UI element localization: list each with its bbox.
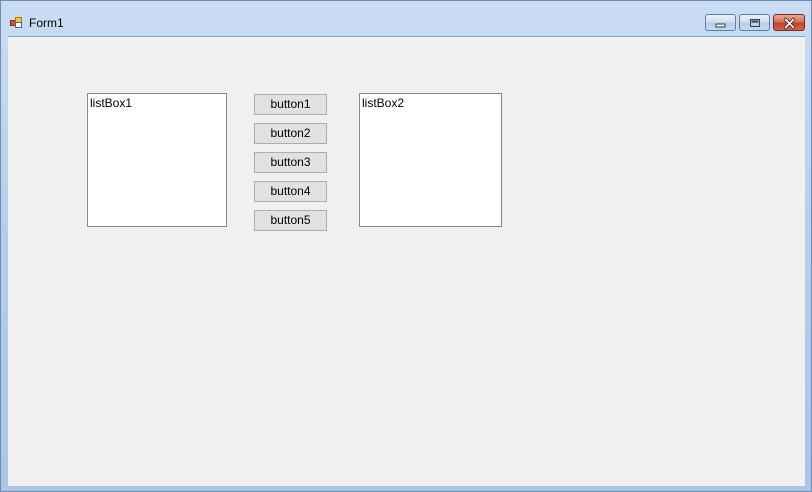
button-3[interactable]: button3 — [254, 152, 327, 173]
listbox-1-label: listBox1 — [90, 96, 133, 110]
form-client-area: listBox1 button1 button2 button3 button4… — [8, 36, 805, 486]
window-title: Form1 — [29, 16, 64, 30]
maximize-button[interactable] — [739, 14, 770, 31]
listbox-1[interactable]: listBox1 — [87, 93, 227, 227]
close-button[interactable] — [773, 14, 805, 31]
title-bar[interactable]: Form1 — [1, 1, 811, 36]
listbox-2-label: listBox2 — [362, 96, 405, 110]
button-1[interactable]: button1 — [254, 94, 327, 115]
form-app-icon — [10, 16, 23, 29]
button-2[interactable]: button2 — [254, 123, 327, 144]
app-window: Form1 listBox1 button1 button2 button3 b… — [0, 0, 812, 492]
button-4[interactable]: button4 — [254, 181, 327, 202]
button-5[interactable]: button5 — [254, 210, 327, 231]
minimize-button[interactable] — [705, 14, 736, 31]
listbox-2[interactable]: listBox2 — [359, 93, 502, 227]
